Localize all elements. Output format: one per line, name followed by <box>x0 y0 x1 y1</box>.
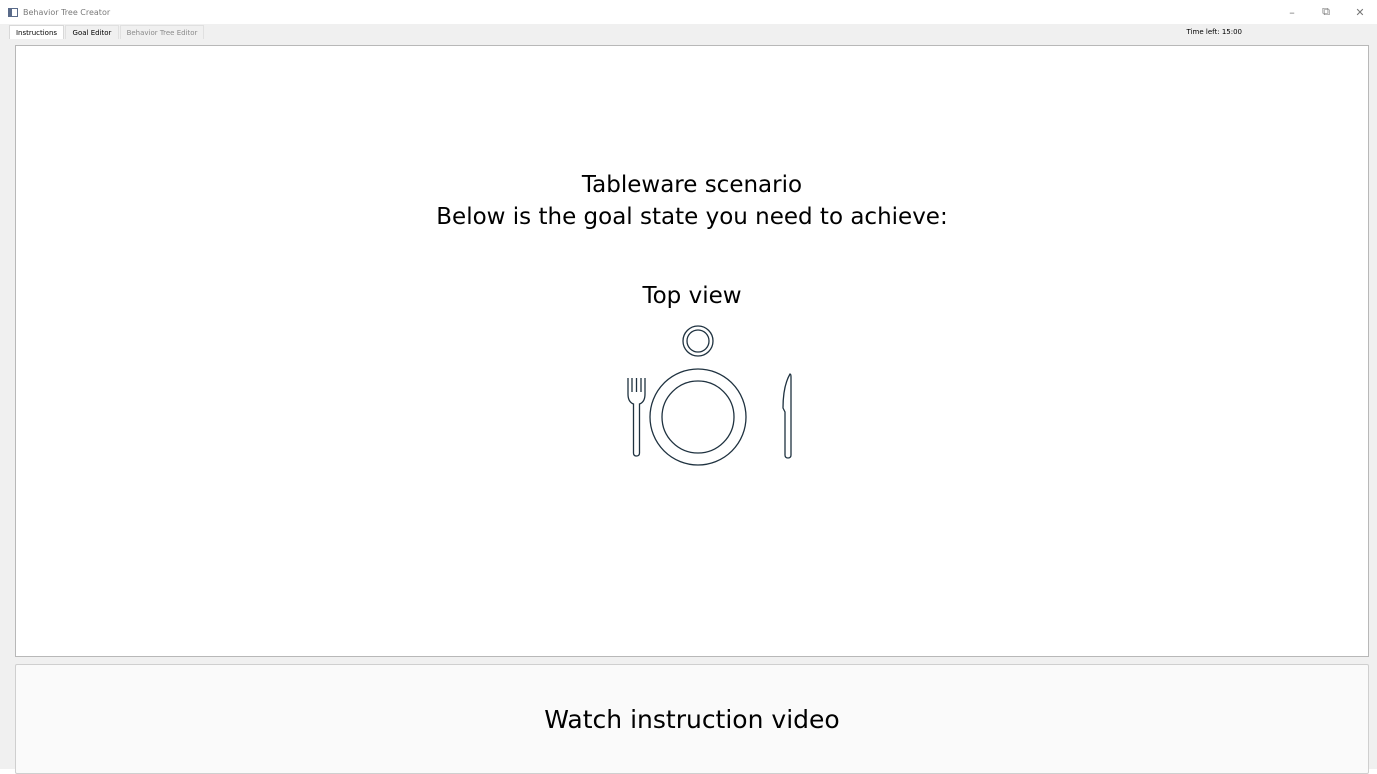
goal-state-illustration <box>627 325 792 466</box>
watch-video-button[interactable]: Watch instruction video <box>15 664 1369 774</box>
tab-behavior-tree-editor[interactable]: Behavior Tree Editor <box>120 25 204 39</box>
app-window: Behavior Tree Creator – ⧉ ✕ Instructions… <box>0 0 1377 774</box>
app-icon <box>8 7 18 17</box>
view-label: Top view <box>642 283 742 309</box>
watch-video-label: Watch instruction video <box>544 705 840 734</box>
time-left-label: Time left: 15:00 <box>1186 28 1242 36</box>
tab-bar: Instructions Goal Editor Behavior Tree E… <box>0 24 1377 40</box>
goal-description: Below is the goal state you need to achi… <box>436 204 948 230</box>
plate-icon <box>649 368 747 466</box>
cup-icon <box>682 325 714 357</box>
knife-icon <box>782 373 792 459</box>
fork-icon <box>627 378 646 457</box>
scenario-title: Tableware scenario <box>581 172 803 198</box>
instructions-panel: Tableware scenario Below is the goal sta… <box>15 45 1369 657</box>
restore-button[interactable]: ⧉ <box>1309 0 1343 24</box>
tab-goal-editor[interactable]: Goal Editor <box>65 25 119 39</box>
minimize-button[interactable]: – <box>1275 0 1309 24</box>
window-title: Behavior Tree Creator <box>23 7 111 17</box>
title-bar: Behavior Tree Creator – ⧉ ✕ <box>0 0 1377 24</box>
window-controls: – ⧉ ✕ <box>1275 0 1377 24</box>
tab-instructions[interactable]: Instructions <box>9 25 64 39</box>
close-button[interactable]: ✕ <box>1343 0 1377 24</box>
